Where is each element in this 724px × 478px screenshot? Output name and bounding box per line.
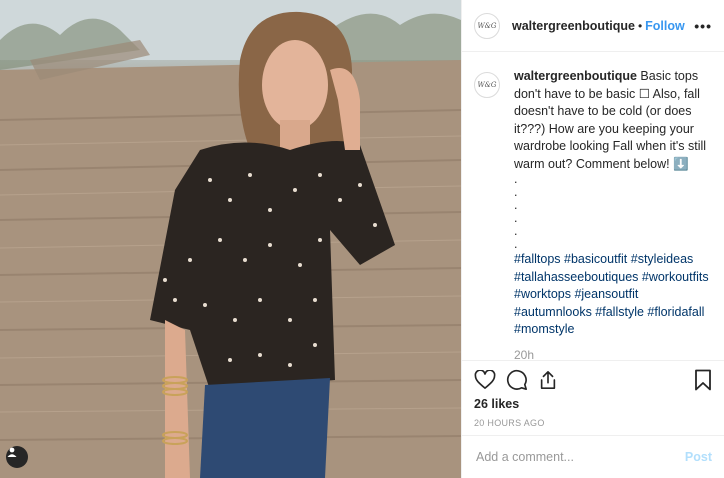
photo-illustration	[0, 0, 461, 478]
share-icon[interactable]	[538, 369, 558, 391]
post-timestamp[interactable]: 20 HOURS AGO	[474, 418, 712, 428]
caption-username[interactable]: waltergreenboutique	[514, 69, 637, 83]
avatar[interactable]: W&G	[474, 12, 500, 39]
action-bar: 26 likes 20 HOURS AGO	[462, 360, 724, 435]
caption-dot: .	[514, 185, 518, 199]
post-sidebar: W&G waltergreenboutique • Follow ••• W&G…	[461, 0, 724, 478]
caption-text: Basic tops don't have to be basic ☐ Also…	[514, 69, 707, 171]
caption-dot: .	[514, 224, 518, 238]
post-comment-button[interactable]: Post	[685, 450, 712, 464]
person-icon	[7, 447, 17, 457]
more-options-icon[interactable]: •••	[694, 18, 712, 34]
comment-icon[interactable]	[506, 369, 528, 391]
post-header: W&G waltergreenboutique • Follow •••	[462, 0, 724, 52]
header-username[interactable]: waltergreenboutique	[512, 19, 635, 33]
comment-input[interactable]	[474, 449, 685, 465]
caption-avatar[interactable]: W&G	[474, 72, 500, 98]
caption-dot: .	[514, 211, 518, 225]
heart-icon[interactable]	[474, 370, 496, 390]
caption-dot: .	[514, 172, 518, 186]
caption-dot: .	[514, 198, 518, 212]
caption-body: waltergreenboutique Basic tops don't hav…	[514, 68, 712, 362]
header-separator: •	[637, 18, 643, 33]
caption-dot: .	[514, 237, 518, 251]
tagged-user-icon[interactable]	[6, 446, 28, 468]
comment-form: Post	[462, 435, 724, 478]
post-photo[interactable]	[0, 0, 461, 478]
like-count[interactable]: 26 likes	[474, 397, 712, 411]
caption-dots: . . . . . .	[514, 173, 712, 251]
caption-section: W&G waltergreenboutique Basic tops don't…	[462, 52, 724, 362]
bookmark-icon[interactable]	[694, 369, 712, 391]
follow-button[interactable]: Follow	[645, 19, 685, 33]
caption-hashtags[interactable]: #falltops #basicoutfit #styleideas #tall…	[514, 251, 712, 339]
